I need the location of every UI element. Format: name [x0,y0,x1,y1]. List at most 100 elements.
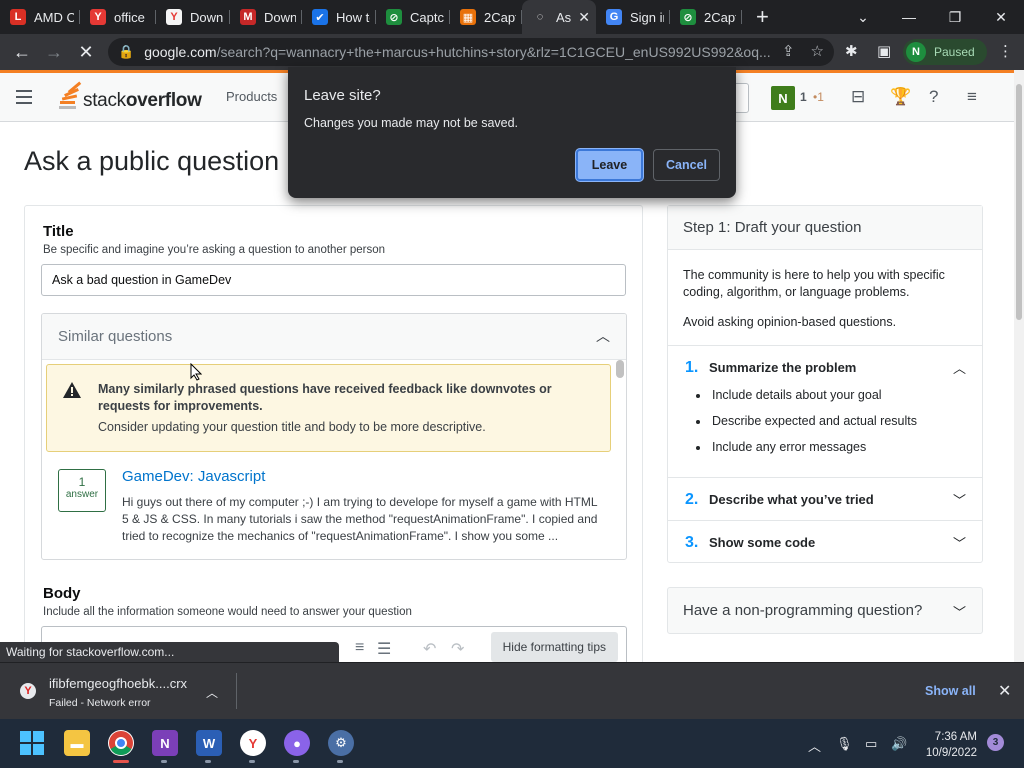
warning-icon [63,382,81,398]
page-scrollbar[interactable] [1014,70,1024,662]
browser-tab[interactable]: ⊘ Captch [376,0,450,34]
stop-loading-icon[interactable]: ✕ [70,36,102,68]
forward-icon[interactable]: → [38,36,70,68]
chevron-down-icon[interactable]: ﹀ [953,602,966,621]
browser-tab[interactable]: Y Downl [156,0,230,34]
site-switcher-icon[interactable]: ≡ [967,87,977,107]
step-number: 2. [685,491,699,508]
word-icon[interactable]: W [196,730,222,756]
hide-formatting-tips-button[interactable]: Hide formatting tips [490,632,618,662]
achievements-icon[interactable]: 🏆 [890,87,911,107]
minimize-button[interactable]: — [886,0,932,34]
profile-avatar: N [906,42,926,62]
address-bar[interactable]: 🔒 google.com /search?q=wannacry+the+marc… [108,38,834,66]
step-label: Show some code [709,535,816,550]
user-avatar[interactable]: N [771,86,795,110]
lock-icon[interactable]: 🔒 [118,44,134,60]
file-explorer-icon[interactable]: ▬ [64,730,90,756]
tab-favicon-icon: L [10,9,26,25]
browser-tab[interactable]: ⊘ 2Capt [670,0,742,34]
tab-favicon-icon: ⊘ [386,9,402,25]
chevron-up-icon[interactable]: ︿ [206,684,218,701]
browser-tab[interactable]: ▦ 2Capt [450,0,522,34]
similar-questions-header[interactable]: Similar questions ︿ [42,314,626,360]
browser-tab[interactable]: G Sign ir [596,0,670,34]
back-icon[interactable]: ← [6,36,38,68]
tab-search-icon[interactable]: ⌄ [840,0,886,34]
browser-tab[interactable]: Yoffice [80,0,156,34]
leave-button[interactable]: Leave [576,149,643,181]
tab-favicon-icon: ◌ [532,9,548,25]
similar-question-excerpt: Hi guys out there of my computer ;-) I a… [122,495,598,543]
similar-scrollbar[interactable] [616,360,624,378]
so-logo[interactable]: stackoverflow [56,81,202,112]
title-label: Title [43,223,74,240]
step-label: Summarize the problem [709,360,857,375]
inbox-icon[interactable]: ⊟ [851,87,865,107]
scrollbar-thumb[interactable] [1016,84,1022,320]
share-icon[interactable]: ⇪ [782,42,795,60]
step-show-code[interactable]: 3. Show some code ﹀ [668,520,982,564]
chevron-down-icon[interactable]: ﹀ [953,490,966,509]
url-host: google.com [144,44,217,60]
undo-icon[interactable]: ↶ [423,639,436,659]
tab-close-icon[interactable]: ✕ [578,9,590,26]
tab-favicon-icon: Y [90,9,106,25]
alice-assistant-icon[interactable]: ● [284,730,310,756]
chevron-down-icon[interactable]: ﹀ [953,533,966,552]
browser-tab[interactable]: ◌ Asl ✕ [522,0,596,34]
horizontal-rule-icon[interactable]: ☰ [377,639,391,659]
tab-favicon-icon: Y [166,9,182,25]
step-summarize[interactable]: 1. Summarize the problem ︿ [668,345,982,389]
title-input[interactable] [41,264,626,296]
help-icon[interactable]: ? [929,87,938,107]
tray-overflow-chevron-icon[interactable]: ︿ [808,736,821,755]
redo-icon[interactable]: ↷ [451,639,464,659]
volume-icon[interactable]: 🔊 [891,736,907,752]
active-app-indicator [113,760,129,763]
notification-badge[interactable]: 3 [987,734,1004,751]
chrome-menu-icon[interactable]: ⋮ [998,42,1013,60]
dialog-message: Changes you made may not be saved. [304,116,519,130]
profile-button[interactable]: N Paused [903,39,987,65]
restore-button[interactable]: ❐ [932,0,978,34]
windows-taskbar: ▬ N W Y ● ⚙ ︿ 🎙 ▭ 🔊 7:36 AM 10/9/2022 3 [0,719,1024,768]
chevron-up-icon[interactable]: ︿ [953,358,966,377]
tab-favicon-icon: M [240,9,256,25]
chevron-up-icon[interactable]: ︿ [596,326,610,346]
tab-label: 2Capt [484,9,516,25]
bullet-item: Describe expected and actual results [710,414,917,428]
cancel-button[interactable]: Cancel [653,149,720,181]
hamburger-menu-icon[interactable] [16,90,32,104]
settings-gear-icon[interactable]: ⚙ [328,730,354,756]
step-opinion-text: Avoid asking opinion-based questions. [683,315,897,329]
taskbar-clock[interactable]: 7:36 AM 10/9/2022 [917,729,977,761]
bookmark-star-icon[interactable]: ☆ [811,42,824,60]
close-icon[interactable]: ✕ [998,681,1011,701]
clock-time: 7:36 AM [934,731,977,743]
app-indicator [205,760,211,763]
align-center-icon[interactable]: ≡ [355,639,364,657]
browser-tab[interactable]: L AMD C [0,0,80,34]
side-panel-icon[interactable]: ▣ [877,42,891,60]
tab-label: How tc [336,9,370,25]
display-icon[interactable]: ▭ [865,736,877,752]
similar-question-link[interactable]: GameDev: Javascript [122,468,265,485]
microphone-icon[interactable]: 🎙 [836,736,853,752]
yandex-browser-icon[interactable]: Y [240,730,266,756]
close-window-button[interactable]: ✕ [978,0,1024,34]
non-programming-panel[interactable]: Have a non-programming question? ﹀ [667,587,983,634]
browser-tab[interactable]: ✔ How tc [302,0,376,34]
chrome-icon[interactable] [108,730,134,756]
extensions-icon[interactable]: ✱ [845,42,858,60]
browser-tab[interactable]: M Downl [230,0,302,34]
onenote-icon[interactable]: N [152,730,178,756]
step-describe[interactable]: 2. Describe what you’ve tried ﹀ [668,477,982,521]
download-filename[interactable]: ifibfemgeogfhoebk....crx [49,676,187,691]
tab-label: 2Capt [704,9,736,25]
new-tab-button[interactable]: + [756,4,769,30]
products-link[interactable]: Products [226,89,277,104]
windows-start-icon[interactable] [19,730,45,756]
tab-favicon-icon: G [606,9,622,25]
show-all-downloads-link[interactable]: Show all [925,684,976,698]
